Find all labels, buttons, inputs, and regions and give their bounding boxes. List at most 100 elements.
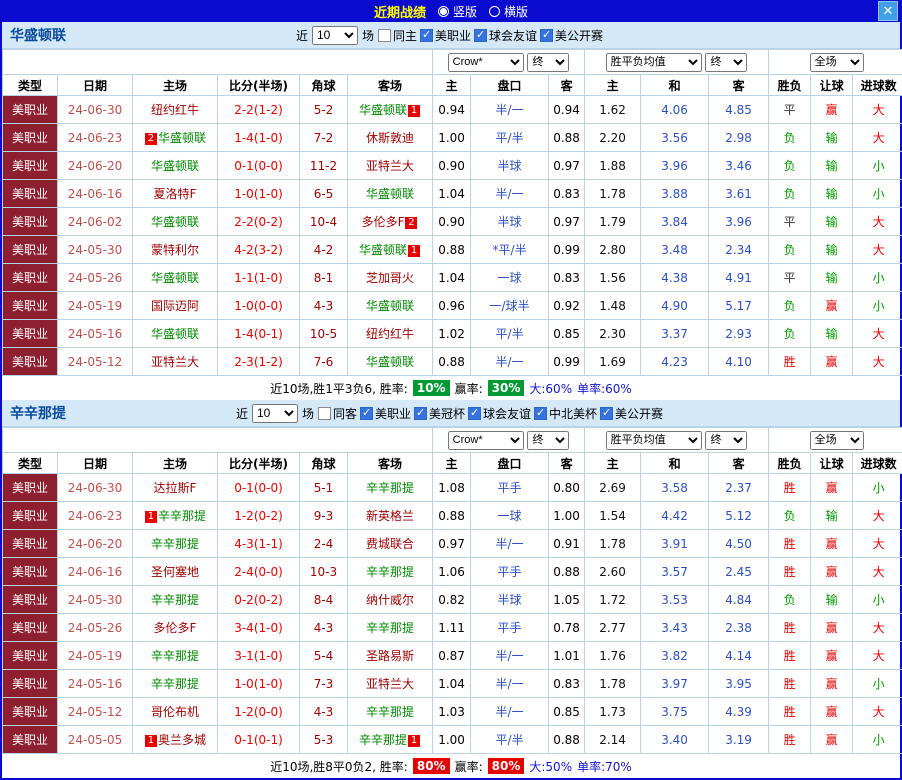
league-checkbox-label: 美公开赛 <box>555 27 603 44</box>
euro-odds-select[interactable]: 胜平负均值 <box>606 431 702 450</box>
handicap-result-cell: 赢 <box>811 642 853 670</box>
team-link: 华盛顿联 <box>158 131 206 145</box>
league-checkbox[interactable]: 美职业 <box>420 27 471 44</box>
euro-odds-select[interactable]: 胜平负均值 <box>606 53 702 72</box>
away-team-cell: 华盛顿联 <box>348 348 433 376</box>
away-team-cell: 费城联合 <box>348 530 433 558</box>
odds-away-cell: 2.34 <box>709 236 769 264</box>
games-count-select[interactable]: 10 <box>252 404 298 423</box>
home-team-cell: 辛辛那提 <box>133 642 218 670</box>
column-header: 角球 <box>300 453 348 474</box>
column-header: 让球 <box>811 75 853 96</box>
near-label: 近 <box>236 405 248 422</box>
team-name: 辛辛那提 <box>10 403 66 423</box>
result-cell: 胜 <box>769 614 811 642</box>
team-link: 辛辛那提 <box>366 705 414 719</box>
bookmaker-select[interactable]: Crow* <box>448 431 524 450</box>
summary-mid: 赢率: <box>455 380 483 397</box>
checkbox-checked-icon[interactable] <box>534 407 547 420</box>
radio-selected-icon[interactable] <box>438 6 449 17</box>
team-link: 亚特兰大 <box>366 677 414 691</box>
scope-filter: 全场 <box>769 50 902 75</box>
team-link: 辛辛那提 <box>151 677 199 691</box>
checkbox-checked-icon[interactable] <box>474 29 487 42</box>
ah-away-cell: 0.99 <box>549 348 585 376</box>
odds-draw-cell: 3.53 <box>641 586 709 614</box>
euro-final-select[interactable]: 终 <box>705 53 747 72</box>
league-checkbox[interactable]: 同主 <box>378 27 417 44</box>
league-checkbox[interactable]: 球会友谊 <box>468 405 531 422</box>
column-header: 比分(半场) <box>218 453 300 474</box>
filter-spacer <box>3 50 433 75</box>
scope-select[interactable]: 全场 <box>810 431 864 450</box>
matches-table: Crow* 终 胜平负均值 终 全场 类型日期主场比分(半场)角球客场主盘口客主… <box>2 49 902 376</box>
odds-away-cell: 2.45 <box>709 558 769 586</box>
ah-home-cell: 1.03 <box>433 698 471 726</box>
league-checkbox[interactable]: 球会友谊 <box>474 27 537 44</box>
result-cell: 胜 <box>769 348 811 376</box>
section-header: 华盛顿联 近 10 场 同主美职业球会友谊美公开赛 <box>2 22 900 49</box>
league-checkbox[interactable]: 同客 <box>318 405 357 422</box>
team-link: 辛辛那提 <box>151 537 199 551</box>
odds-home-cell: 2.30 <box>585 320 641 348</box>
corner-cell: 2-4 <box>300 530 348 558</box>
league-checkbox[interactable]: 美公开赛 <box>540 27 603 44</box>
checkbox-unchecked-icon[interactable] <box>378 29 391 42</box>
ah-away-cell: 0.83 <box>549 670 585 698</box>
league-checkbox[interactable]: 中北美杯 <box>534 405 597 422</box>
handicap-cell: 半/一 <box>471 96 549 124</box>
asian-final-select[interactable]: 终 <box>527 53 569 72</box>
odds-away-cell: 4.50 <box>709 530 769 558</box>
date-cell: 24-06-16 <box>58 558 133 586</box>
score-cell: 1-4(0-1) <box>218 320 300 348</box>
league-cell: 美职业 <box>3 264 58 292</box>
away-team-cell: 芝加哥火 <box>348 264 433 292</box>
scope-select[interactable]: 全场 <box>810 53 864 72</box>
odds-draw-cell: 3.75 <box>641 698 709 726</box>
close-button[interactable]: ✕ <box>878 1 898 21</box>
score-cell: 4-2(3-2) <box>218 236 300 264</box>
checkbox-checked-icon[interactable] <box>414 407 427 420</box>
checkbox-checked-icon[interactable] <box>468 407 481 420</box>
league-checkbox[interactable]: 美职业 <box>360 405 411 422</box>
games-label: 场 <box>362 27 374 44</box>
corner-cell: 4-3 <box>300 614 348 642</box>
odds-home-cell: 1.78 <box>585 180 641 208</box>
ah-home-cell: 1.08 <box>433 474 471 502</box>
score-cell: 0-1(0-0) <box>218 152 300 180</box>
column-header: 客场 <box>348 453 433 474</box>
result-cell: 胜 <box>769 474 811 502</box>
euro-final-select[interactable]: 终 <box>705 431 747 450</box>
corner-cell: 4-3 <box>300 292 348 320</box>
ah-home-cell: 1.04 <box>433 264 471 292</box>
handicap-cell: 半/一 <box>471 530 549 558</box>
checkbox-checked-icon[interactable] <box>360 407 373 420</box>
ah-away-cell: 0.83 <box>549 264 585 292</box>
radio-unselected-icon[interactable] <box>489 6 500 17</box>
column-header: 主 <box>433 75 471 96</box>
asian-final-select[interactable]: 终 <box>527 431 569 450</box>
corner-cell: 7-2 <box>300 124 348 152</box>
bookmaker-select[interactable]: Crow* <box>448 53 524 72</box>
layout-radio-vertical[interactable]: 竖版 <box>438 3 477 20</box>
league-cell: 美职业 <box>3 698 58 726</box>
result-cell: 平 <box>769 96 811 124</box>
layout-radio-horizontal[interactable]: 横版 <box>489 3 528 20</box>
goals-result-cell: 大 <box>853 236 902 264</box>
checkbox-unchecked-icon[interactable] <box>318 407 331 420</box>
games-count-select[interactable]: 10 <box>312 26 358 45</box>
checkbox-checked-icon[interactable] <box>540 29 553 42</box>
handicap-cell: 平/半 <box>471 124 549 152</box>
team-link: 华盛顿联 <box>151 327 199 341</box>
goals-result-cell: 小 <box>853 474 902 502</box>
team-link: 华盛顿联 <box>151 271 199 285</box>
ah-home-cell: 1.06 <box>433 558 471 586</box>
score-cell: 1-4(1-0) <box>218 124 300 152</box>
league-checkbox[interactable]: 美冠杯 <box>414 405 465 422</box>
checkbox-checked-icon[interactable] <box>420 29 433 42</box>
goals-result-cell: 大 <box>853 208 902 236</box>
checkbox-checked-icon[interactable] <box>600 407 613 420</box>
league-cell: 美职业 <box>3 530 58 558</box>
league-checkbox[interactable]: 美公开赛 <box>600 405 663 422</box>
score-cell: 1-2(0-2) <box>218 502 300 530</box>
